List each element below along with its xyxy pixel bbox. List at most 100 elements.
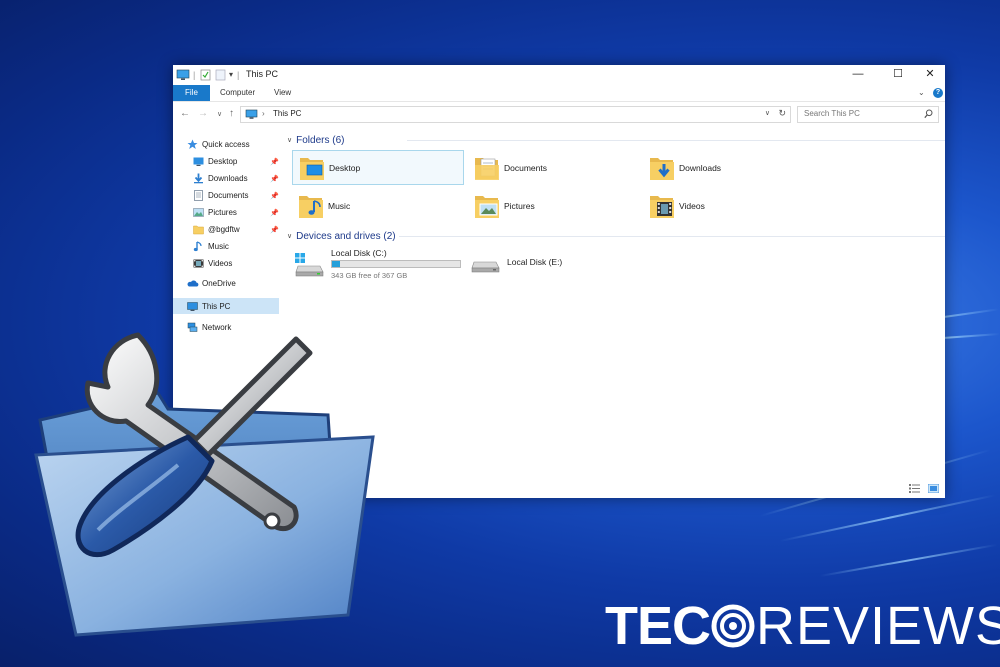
- folder-tools-illustration: [34, 332, 375, 637]
- videos-icon: [193, 258, 204, 269]
- pictures-folder-icon: [474, 192, 500, 220]
- desktop-folder-icon: [299, 154, 325, 182]
- forward-icon[interactable]: →: [198, 108, 208, 119]
- drives-section-header[interactable]: ∨ Devices and drives (2): [287, 229, 945, 243]
- folder-label: Music: [328, 200, 351, 211]
- downloads-folder-icon: [649, 154, 675, 182]
- customize-toolbar-icon[interactable]: ▾: [229, 68, 233, 81]
- nav-quick-access[interactable]: Quick access: [187, 137, 279, 152]
- collapse-chevron-icon: ∨: [287, 233, 293, 240]
- pin-icon[interactable]: 📌: [270, 209, 279, 217]
- nav-onedrive[interactable]: OneDrive: [187, 276, 279, 291]
- refresh-icon[interactable]: ↻: [778, 108, 786, 119]
- details-view-icon[interactable]: [909, 484, 921, 495]
- logo-text-part1: TEC: [605, 596, 711, 656]
- folder-tile-downloads[interactable]: Downloads: [643, 150, 815, 185]
- folder-tile-music[interactable]: Music: [292, 188, 464, 223]
- new-folder-icon[interactable]: [215, 68, 226, 81]
- system-drive-icon: [295, 251, 325, 279]
- breadcrumb[interactable]: This PC: [273, 109, 301, 118]
- folder-tile-documents[interactable]: Documents: [468, 150, 640, 185]
- pin-icon[interactable]: 📌: [270, 158, 279, 166]
- tab-view[interactable]: View: [274, 85, 291, 101]
- drive-tile-e[interactable]: Local Disk (E:): [468, 247, 643, 285]
- nav-label: Desktop: [208, 157, 238, 166]
- nav-item-desktop[interactable]: Desktop 📌: [193, 154, 279, 169]
- search-placeholder: Search This PC: [804, 109, 860, 118]
- light-streak: [819, 543, 998, 577]
- help-icon[interactable]: ?: [933, 88, 943, 98]
- recent-locations-icon[interactable]: ∨: [217, 110, 222, 118]
- nav-item-music[interactable]: Music: [193, 239, 279, 254]
- nav-item-videos[interactable]: Videos: [193, 256, 279, 271]
- videos-folder-icon: [649, 192, 675, 220]
- nav-item-documents[interactable]: Documents 📌: [193, 188, 279, 203]
- hard-drive-icon: [471, 253, 501, 281]
- logo-text-part2: REVIEWS: [756, 596, 1000, 656]
- section-title: Devices and drives (2): [296, 230, 396, 242]
- nav-label: Quick access: [202, 140, 250, 149]
- folder-tile-pictures[interactable]: Pictures: [468, 188, 640, 223]
- nav-item-downloads[interactable]: Downloads 📌: [193, 171, 279, 186]
- nav-item-pictures[interactable]: Pictures 📌: [193, 205, 279, 220]
- drive-label: Local Disk (C:): [331, 248, 387, 258]
- section-title: Folders (6): [296, 134, 345, 146]
- onedrive-icon: [187, 278, 199, 289]
- address-bar[interactable]: › This PC ∨ ↻: [240, 106, 791, 123]
- close-button[interactable]: ✕: [915, 66, 945, 83]
- section-divider: [399, 236, 945, 237]
- pin-icon[interactable]: 📌: [270, 192, 279, 200]
- minimize-button[interactable]: —: [843, 66, 873, 83]
- expand-ribbon-icon[interactable]: ⌄: [918, 85, 925, 101]
- folder-label: Downloads: [679, 162, 722, 173]
- breadcrumb-chevron-icon: ›: [262, 109, 265, 118]
- separator: |: [237, 69, 240, 80]
- target-icon: [711, 600, 755, 648]
- music-icon: [193, 241, 204, 252]
- pin-icon[interactable]: 📌: [270, 226, 279, 234]
- folder-label: Documents: [504, 162, 547, 173]
- drive-free-space: 343 GB free of 367 GB: [331, 271, 408, 280]
- music-folder-icon: [298, 192, 324, 220]
- pin-icon[interactable]: 📌: [270, 175, 279, 183]
- up-icon[interactable]: ↑: [229, 108, 234, 119]
- nav-label: Music: [208, 242, 229, 251]
- nav-item-bgdftw[interactable]: @bgdftw 📌: [193, 222, 279, 237]
- title-bar: | ▾ | This PC — ☐ ✕: [173, 65, 945, 84]
- properties-icon[interactable]: [200, 68, 211, 81]
- drive-tile-c[interactable]: Local Disk (C:) 343 GB free of 367 GB: [292, 247, 467, 285]
- nav-this-pc[interactable]: This PC: [173, 298, 279, 314]
- maximize-button[interactable]: ☐: [883, 66, 913, 83]
- drive-label: Local Disk (E:): [507, 257, 563, 267]
- collapse-chevron-icon: ∨: [287, 137, 293, 144]
- view-toggle: [909, 483, 940, 495]
- separator: |: [193, 69, 196, 80]
- nav-label: Pictures: [208, 208, 237, 217]
- nav-label: Videos: [208, 259, 233, 268]
- drive-usage-bar: [331, 260, 461, 268]
- ribbon-tabs: File Computer View ⌄ ?: [173, 85, 945, 102]
- nav-label: Downloads: [208, 174, 248, 183]
- tab-file[interactable]: File: [173, 85, 210, 101]
- folder-tile-desktop[interactable]: Desktop: [292, 150, 464, 185]
- drive-usage-fill: [332, 261, 340, 267]
- window-title: This PC: [246, 69, 279, 79]
- nav-label: Documents: [208, 191, 249, 200]
- documents-icon: [193, 190, 204, 201]
- nav-label: @bgdftw: [208, 225, 240, 234]
- nav-label: This PC: [202, 301, 231, 311]
- section-divider: [407, 140, 945, 141]
- folder-label: Desktop: [329, 162, 361, 173]
- folder-tile-videos[interactable]: Videos: [643, 188, 815, 223]
- search-input[interactable]: Search This PC: [797, 106, 939, 123]
- back-icon[interactable]: ←: [180, 108, 190, 119]
- star-icon: [187, 139, 198, 150]
- tab-computer[interactable]: Computer: [220, 85, 255, 101]
- large-icons-view-icon[interactable]: [927, 483, 940, 495]
- desktop-icon: [193, 156, 204, 167]
- folder-icon: [193, 224, 204, 235]
- address-dropdown-icon[interactable]: ∨: [765, 109, 770, 117]
- folders-section-header[interactable]: ∨ Folders (6): [287, 133, 945, 147]
- pictures-icon: [193, 207, 204, 218]
- brand-logo: TEC REVIEWS: [605, 596, 1000, 656]
